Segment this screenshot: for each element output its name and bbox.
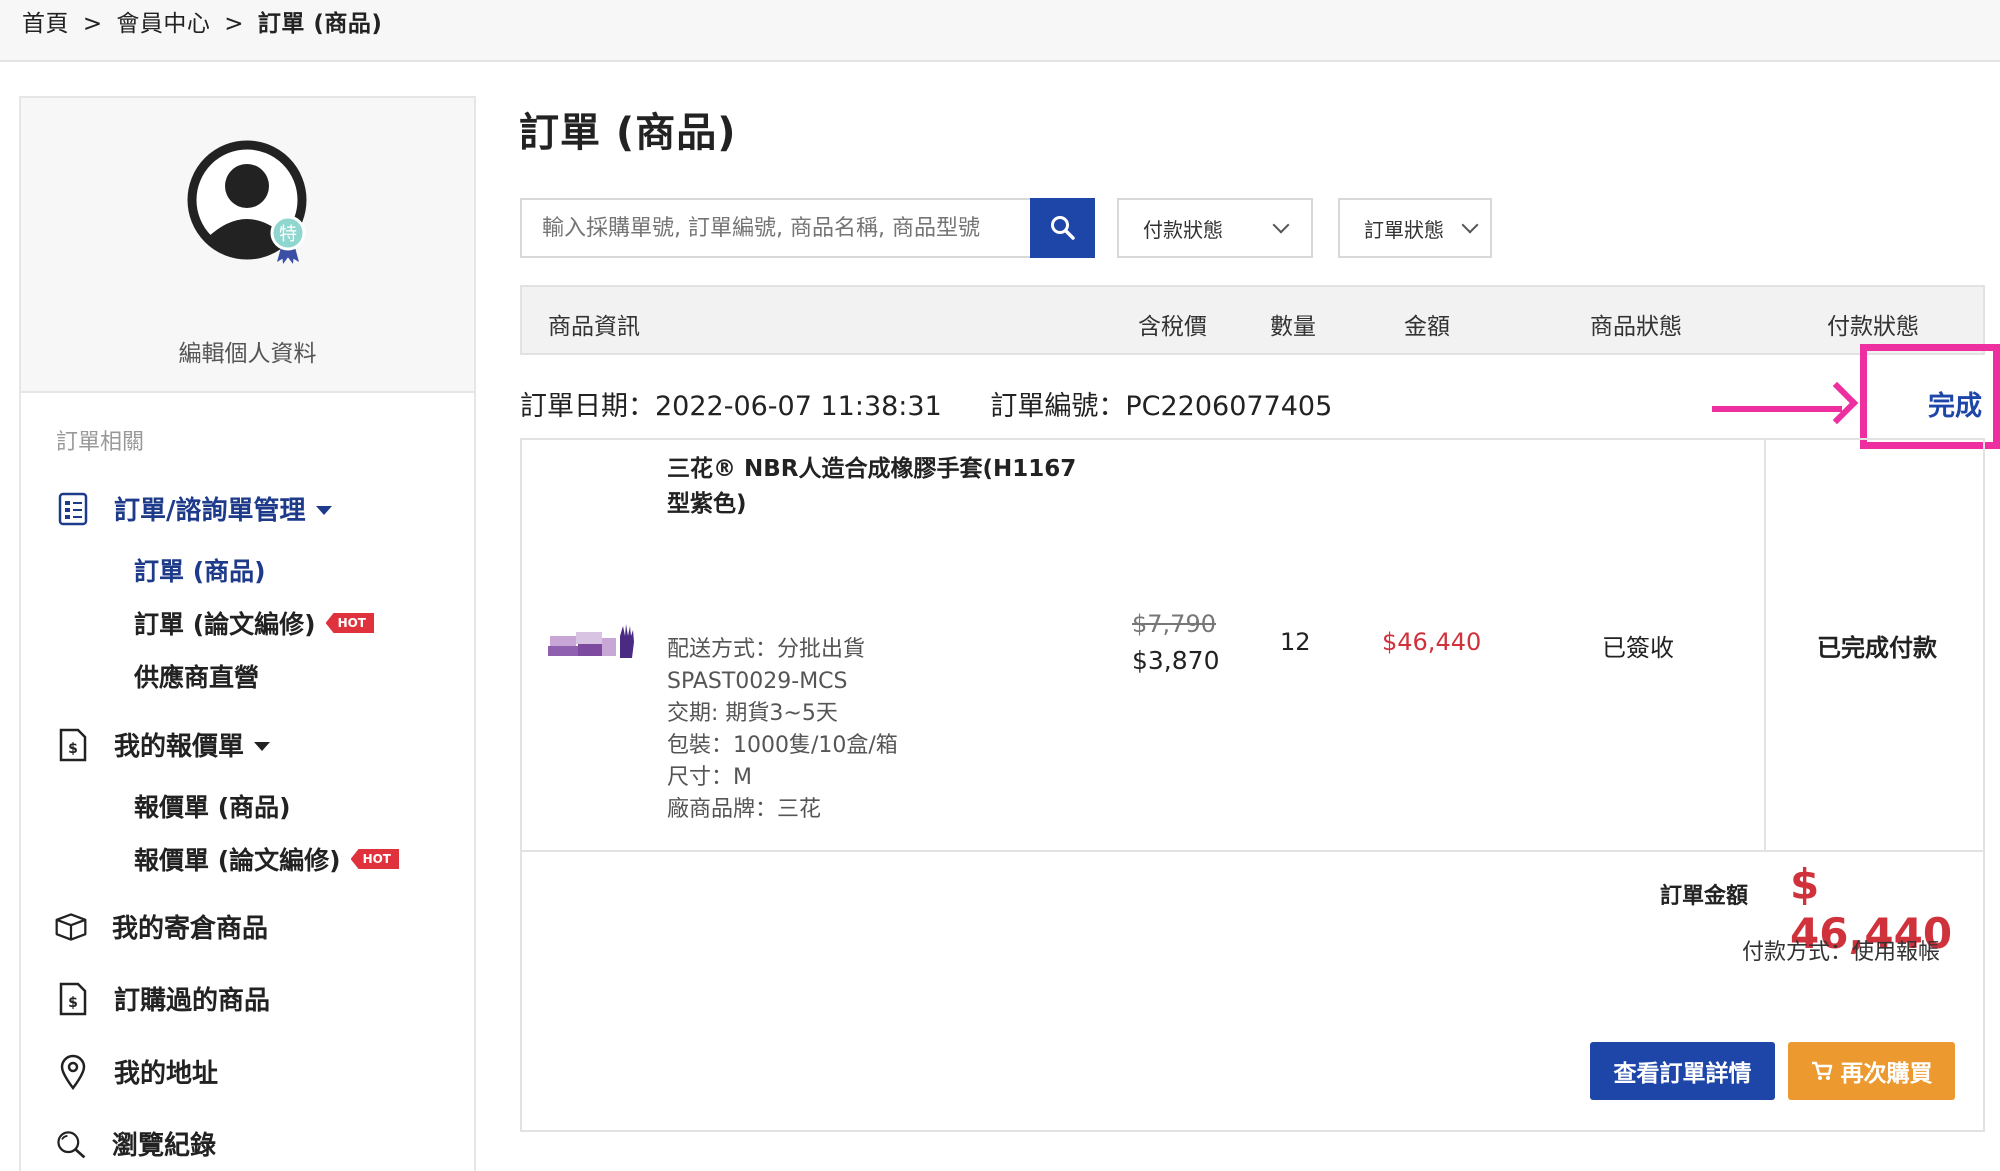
column-header-info: 商品資訊 xyxy=(548,314,640,340)
breadcrumb-separator: > xyxy=(224,11,244,37)
item-status: 已簽收 xyxy=(1602,634,1674,662)
select-value: 付款狀態 xyxy=(1143,217,1223,242)
column-header-pay-status: 付款狀態 xyxy=(1827,314,1919,340)
list-document-icon xyxy=(56,492,90,526)
profile-box: 特 編輯個人資料 xyxy=(21,98,474,393)
caret-down-icon xyxy=(254,742,271,751)
svg-text:$: $ xyxy=(68,741,78,757)
quantity: 12 xyxy=(1280,628,1311,656)
sidebar-item-order-editing[interactable]: 訂單 (論文編修) HOT xyxy=(134,605,374,641)
sidebar-item-warehouse[interactable]: 我的寄倉商品 xyxy=(54,908,268,945)
divider xyxy=(1764,440,1766,850)
search-icon xyxy=(1050,216,1075,240)
sidebar-item-my-quotes[interactable]: $ 我的報價單 xyxy=(56,726,271,763)
column-header-item-status: 商品狀態 xyxy=(1590,314,1682,340)
original-price: $7,790 xyxy=(1132,610,1216,638)
column-header-amount: 金額 xyxy=(1404,314,1450,340)
product-details: 配送方式：分批出貨 SPAST0029-MCS 交期: 期貨3~5天 包裝：10… xyxy=(667,634,898,826)
sidebar-item-label: 報價單 (論文編修) xyxy=(134,846,341,875)
detail-line: 包裝：1000隻/10盒/箱 xyxy=(667,733,898,758)
order-number: 訂單編號：PC2206077405 xyxy=(990,391,1333,422)
page-title: 訂單 (商品) xyxy=(519,110,737,156)
edit-profile-link[interactable]: 編輯個人資料 xyxy=(21,334,474,368)
sidebar-item-label: 瀏覽紀錄 xyxy=(112,1131,217,1161)
buy-again-button[interactable]: 再次購買 xyxy=(1788,1042,1955,1100)
order-meta: 訂單日期：2022-06-07 11:38:31 訂單編號：PC22060774… xyxy=(520,384,1372,423)
sidebar-item-order-management[interactable]: 訂單/諮詢單管理 xyxy=(56,490,332,527)
sidebar-item-order-products[interactable]: 訂單 (商品) xyxy=(134,552,266,588)
order-card: 三花® NBR人造合成橡膠手套(H1167型紫色) 配送方式：分批出貨 SPAS… xyxy=(520,438,1985,1132)
cart-icon xyxy=(1811,1061,1832,1080)
detail-line: 配送方式：分批出貨 xyxy=(667,637,866,662)
sidebar-item-label: 報價單 (商品) xyxy=(134,793,291,822)
column-header-qty: 數量 xyxy=(1270,314,1316,340)
sidebar-item-quote-editing[interactable]: 報價單 (論文編修) HOT xyxy=(134,841,399,877)
hot-badge: HOT xyxy=(325,613,374,633)
breadcrumb-member-center[interactable]: 會員中心 xyxy=(116,11,210,37)
svg-text:$: $ xyxy=(68,995,78,1011)
sidebar-item-label: 我的報價單 xyxy=(114,732,245,762)
column-header-price: 含稅價 xyxy=(1138,314,1207,340)
table-header: 商品資訊 含稅價 數量 金額 商品狀態 付款狀態 xyxy=(520,285,1985,355)
sidebar-item-label: 訂單 (商品) xyxy=(134,557,266,586)
order-status-select[interactable]: 訂單狀態 xyxy=(1338,198,1492,258)
sidebar-item-label: 我的地址 xyxy=(114,1059,219,1089)
sidebar-section-label: 訂單相關 xyxy=(56,430,145,455)
sidebar-item-supplier-direct[interactable]: 供應商直營 xyxy=(134,658,259,694)
product-image[interactable] xyxy=(546,618,646,662)
tax-included-price: $3,870 xyxy=(1132,646,1220,675)
breadcrumb-current: 訂單 (商品) xyxy=(257,11,383,37)
payment-status: 已完成付款 xyxy=(1817,634,1937,662)
sidebar-item-label: 訂單/諮詢單管理 xyxy=(114,496,306,526)
map-pin-icon xyxy=(56,1054,90,1090)
select-value: 訂單狀態 xyxy=(1364,217,1444,242)
caret-down-icon xyxy=(315,506,332,515)
divider xyxy=(522,850,1983,852)
badge-char: 特 xyxy=(279,224,297,245)
sidebar-item-purchased[interactable]: $ 訂購過的商品 xyxy=(56,980,270,1017)
search-button[interactable] xyxy=(1030,198,1095,258)
order-total-label: 訂單金額 xyxy=(1660,884,1749,909)
annotation-arrow-head-icon xyxy=(1815,381,1859,425)
breadcrumb: 首頁 > 會員中心 > 訂單 (商品) xyxy=(22,4,388,38)
breadcrumb-bar: 首頁 > 會員中心 > 訂單 (商品) xyxy=(0,0,2000,62)
view-order-details-button[interactable]: 查看訂單詳情 xyxy=(1590,1042,1775,1100)
sidebar: 特 編輯個人資料 訂單相關 訂單/諮詢單管理 訂單 (商品) 訂單 (論文編修)… xyxy=(19,96,476,1171)
detail-line: 交期: 期貨3~5天 xyxy=(667,701,838,726)
box-icon xyxy=(54,910,88,944)
payment-status-select[interactable]: 付款狀態 xyxy=(1117,198,1313,258)
sidebar-item-label: 我的寄倉商品 xyxy=(112,914,269,944)
order-date: 訂單日期：2022-06-07 11:38:31 xyxy=(520,391,942,422)
product-name[interactable]: 三花® NBR人造合成橡膠手套(H1167型紫色) xyxy=(667,452,1097,522)
breadcrumb-separator: > xyxy=(82,11,103,37)
receipt-icon: $ xyxy=(56,982,90,1016)
sidebar-item-quote-products[interactable]: 報價單 (商品) xyxy=(134,788,291,824)
sidebar-item-label: 訂購過的商品 xyxy=(114,986,271,1016)
chevron-down-icon xyxy=(1461,216,1479,234)
history-search-icon xyxy=(54,1127,88,1161)
annotation-highlight-box xyxy=(1860,344,2000,449)
sidebar-item-address[interactable]: 我的地址 xyxy=(56,1053,218,1090)
detail-line: 廠商品牌：三花 xyxy=(667,797,822,822)
detail-line: 尺寸：M xyxy=(667,765,752,790)
avatar[interactable]: 特 xyxy=(187,140,313,266)
user-avatar-icon: 特 xyxy=(187,140,307,264)
detail-line: SPAST0029-MCS xyxy=(667,669,848,694)
sidebar-item-label: 訂單 (論文編修) xyxy=(134,610,316,639)
breadcrumb-home[interactable]: 首頁 xyxy=(22,11,69,37)
hot-badge: HOT xyxy=(350,849,399,869)
sidebar-item-label: 供應商直營 xyxy=(134,663,260,692)
chevron-down-icon xyxy=(1272,216,1290,234)
quote-document-icon: $ xyxy=(56,728,90,762)
search-input[interactable] xyxy=(520,198,1032,258)
buy-again-label: 再次購買 xyxy=(1840,1061,1933,1087)
payment-method: 付款方式：使用報帳 xyxy=(1742,940,1941,965)
line-amount: $46,440 xyxy=(1382,628,1482,656)
sidebar-item-history[interactable]: 瀏覽紀錄 xyxy=(54,1125,216,1162)
